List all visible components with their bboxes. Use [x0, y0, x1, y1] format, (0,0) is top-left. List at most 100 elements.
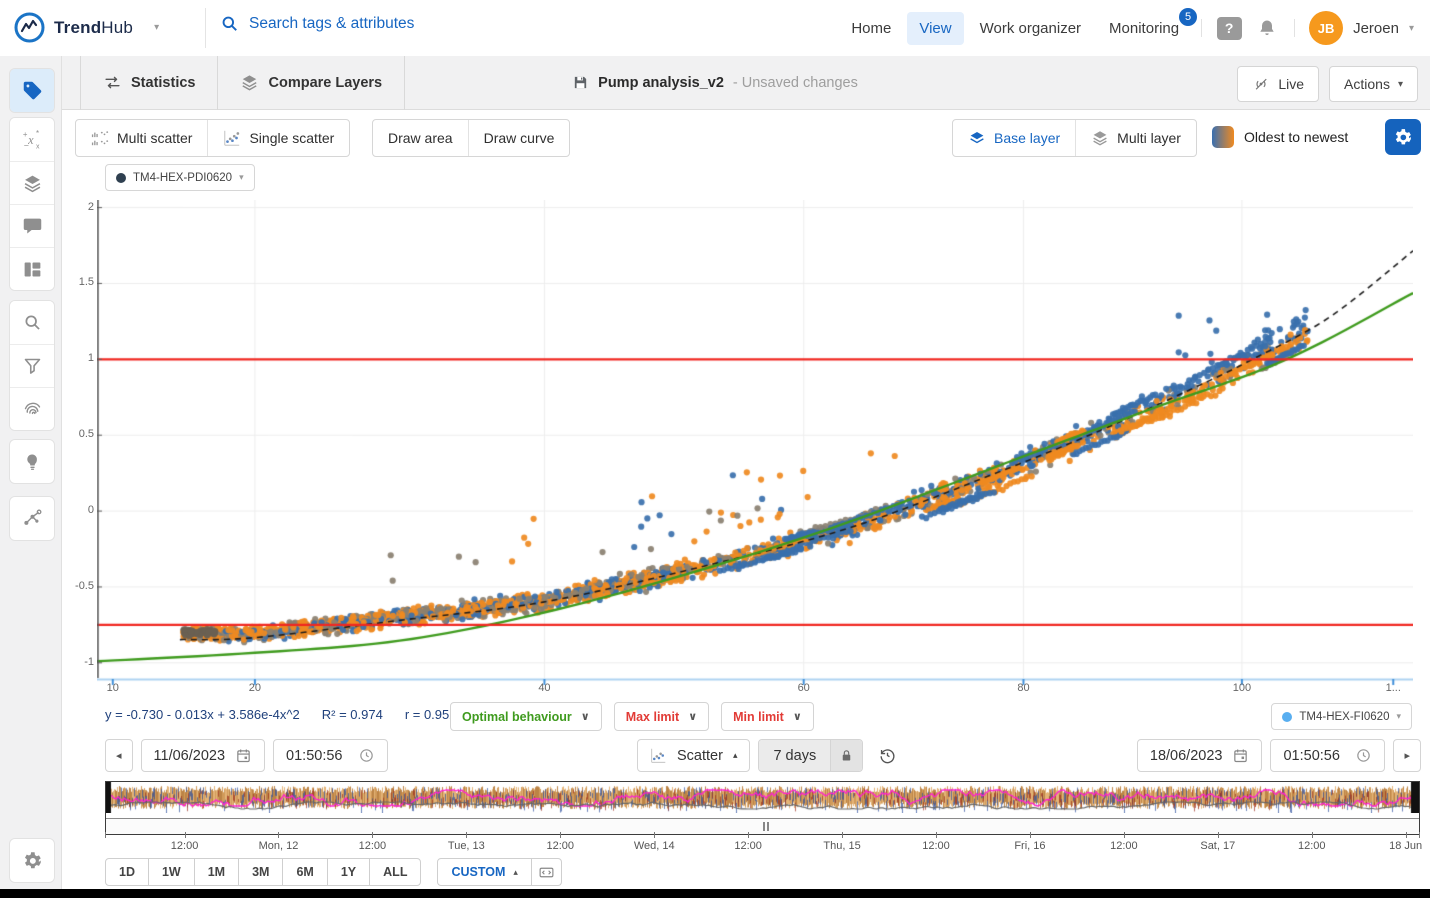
base-layer-icon [968, 129, 986, 147]
time-axis-tick [466, 832, 467, 838]
y-tick-label: 0 [88, 504, 94, 516]
clock-icon [358, 747, 375, 764]
single-scatter-button[interactable]: Single scatter [207, 120, 349, 156]
time-axis-tick [1218, 832, 1219, 838]
help-button[interactable]: ? [1212, 13, 1246, 43]
range-1m-button[interactable]: 1M [194, 858, 239, 886]
funnel-icon [22, 356, 43, 377]
x-series-chip[interactable]: TM4-HEX-FI0620 ▾ [1271, 703, 1412, 730]
chart-type-caret-up-icon: ▴ [733, 750, 738, 761]
nav-home[interactable]: Home [839, 12, 903, 45]
nav-view[interactable]: View [907, 12, 963, 45]
end-date-field[interactable]: 18/06/2023 [1137, 739, 1263, 772]
document-title: Pump analysis_v2 [598, 75, 724, 91]
sidebar-item-comments[interactable] [10, 204, 54, 247]
sidebar-item-layers[interactable] [10, 161, 54, 204]
multi-scatter-button[interactable]: Multi scatter [76, 120, 207, 156]
shift-left-button[interactable]: ◂ [105, 739, 133, 772]
nav-monitoring[interactable]: Monitoring 5 [1097, 12, 1191, 45]
range-1d-button[interactable]: 1D [105, 858, 149, 886]
duration-value[interactable]: 7 days [759, 740, 830, 771]
time-axis-label: 12:00 [922, 840, 950, 852]
search-input[interactable]: Search tags & attributes [220, 14, 414, 33]
app-logo[interactable]: TrendHub ▾ [14, 12, 159, 43]
y-series-chip[interactable]: TM4-HEX-PDI0620 ▾ [105, 164, 255, 191]
optimal-behaviour-dropdown[interactable]: Optimal behaviour ∨ [450, 702, 602, 731]
app-title: TrendHub [54, 18, 133, 38]
svg-text:−: − [23, 140, 28, 150]
formula-icon: x + * − x [22, 129, 43, 150]
live-button[interactable]: Live [1237, 66, 1319, 102]
time-axis-label: Tue, 13 [448, 840, 485, 852]
max-limit-chevron-down-icon: ∨ [688, 710, 697, 723]
clock-icon-end [1355, 747, 1372, 764]
time-axis-label: Wed, 14 [634, 840, 675, 852]
user-name: Jeroen [1353, 20, 1399, 37]
range-all-button[interactable]: ALL [369, 858, 421, 886]
notifications-button[interactable] [1250, 13, 1284, 43]
sidebar-item-settings[interactable] [10, 839, 54, 882]
shift-right-button[interactable]: ▸ [1393, 739, 1421, 772]
context-timeline[interactable] [105, 781, 1420, 835]
magnifier-icon [22, 312, 43, 333]
expand-range-icon [538, 864, 555, 881]
range-1w-button[interactable]: 1W [148, 858, 195, 886]
sidebar-item-fingerprint[interactable] [10, 387, 54, 430]
x-tick-label: 100 [1233, 682, 1251, 694]
history-button[interactable] [871, 739, 904, 772]
x-series-label: TM4-HEX-FI0620 [1299, 711, 1389, 723]
draw-area-button[interactable]: Draw area [373, 120, 468, 156]
custom-range-button[interactable]: CUSTOM ▴ [437, 858, 531, 886]
settings-gear-icon [22, 850, 43, 871]
tab-compare-layers[interactable]: Compare Layers [217, 56, 405, 110]
tab-statistics[interactable]: Statistics [80, 56, 217, 110]
fingerprint-icon [22, 399, 43, 420]
user-menu[interactable]: JB Jeroen ▾ [1305, 11, 1418, 45]
fit-range-button[interactable] [531, 858, 562, 886]
brand-caret-down-icon[interactable]: ▾ [154, 22, 159, 33]
end-time-field[interactable]: 01:50:56 [1270, 739, 1385, 772]
y-tick-label: 1.5 [79, 276, 94, 288]
scatter-plot-canvas[interactable] [97, 200, 1413, 686]
time-axis-label: 12:00 [547, 840, 575, 852]
document-toolbar: Statistics Compare Layers [0, 56, 1430, 110]
start-date-field[interactable]: 11/06/2023 [141, 739, 266, 772]
sidebar-item-recommendations[interactable] [10, 440, 54, 483]
compare-layers-icon [240, 73, 259, 92]
draw-tools-group: Draw area Draw curve [372, 119, 570, 157]
fit-equation: y = -0.730 - 0.013x + 3.586e-4x^2 [105, 707, 300, 722]
time-axis-tick [105, 832, 106, 838]
x-tick-label: 20 [249, 682, 261, 694]
draw-curve-button[interactable]: Draw curve [468, 120, 570, 156]
calendar-icon [235, 747, 252, 764]
base-layer-button[interactable]: Base layer [953, 120, 1075, 156]
range-6m-button[interactable]: 6M [282, 858, 327, 886]
sidebar-item-dashboard[interactable] [10, 247, 54, 290]
duration-lock-button[interactable] [830, 740, 862, 771]
search-icon [220, 14, 239, 33]
multi-layer-button[interactable]: Multi layer [1075, 120, 1196, 156]
left-sidebar: x + * − x [0, 56, 62, 889]
sidebar-item-tags[interactable] [10, 69, 54, 112]
timeline-waveform-canvas[interactable] [106, 782, 1419, 813]
actions-button[interactable]: Actions ▾ [1329, 66, 1418, 102]
nav-work-organizer[interactable]: Work organizer [968, 12, 1093, 45]
sidebar-item-filters[interactable] [10, 344, 54, 387]
chart-settings-button[interactable] [1385, 119, 1421, 155]
gear-icon [1393, 127, 1413, 147]
chart-type-dropdown[interactable]: Scatter ▴ [637, 739, 750, 772]
max-limit-dropdown[interactable]: Max limit ∨ [614, 702, 709, 731]
single-scatter-icon [223, 129, 241, 147]
sidebar-item-search[interactable] [10, 301, 54, 344]
range-1y-button[interactable]: 1Y [327, 858, 370, 886]
layers-icon [22, 173, 43, 194]
sidebar-item-formulas[interactable]: x + * − x [10, 118, 54, 161]
min-limit-dropdown[interactable]: Min limit ∨ [721, 702, 814, 731]
start-time-field[interactable]: 01:50:56 [273, 739, 388, 772]
time-axis-label: 12:00 [171, 840, 199, 852]
statistics-swap-icon [103, 73, 122, 92]
x-series-caret-down-icon: ▾ [1396, 711, 1401, 722]
sidebar-item-machine-learning[interactable] [10, 497, 54, 540]
range-3m-button[interactable]: 3M [238, 858, 283, 886]
scrollbar-handle[interactable] [763, 822, 769, 831]
